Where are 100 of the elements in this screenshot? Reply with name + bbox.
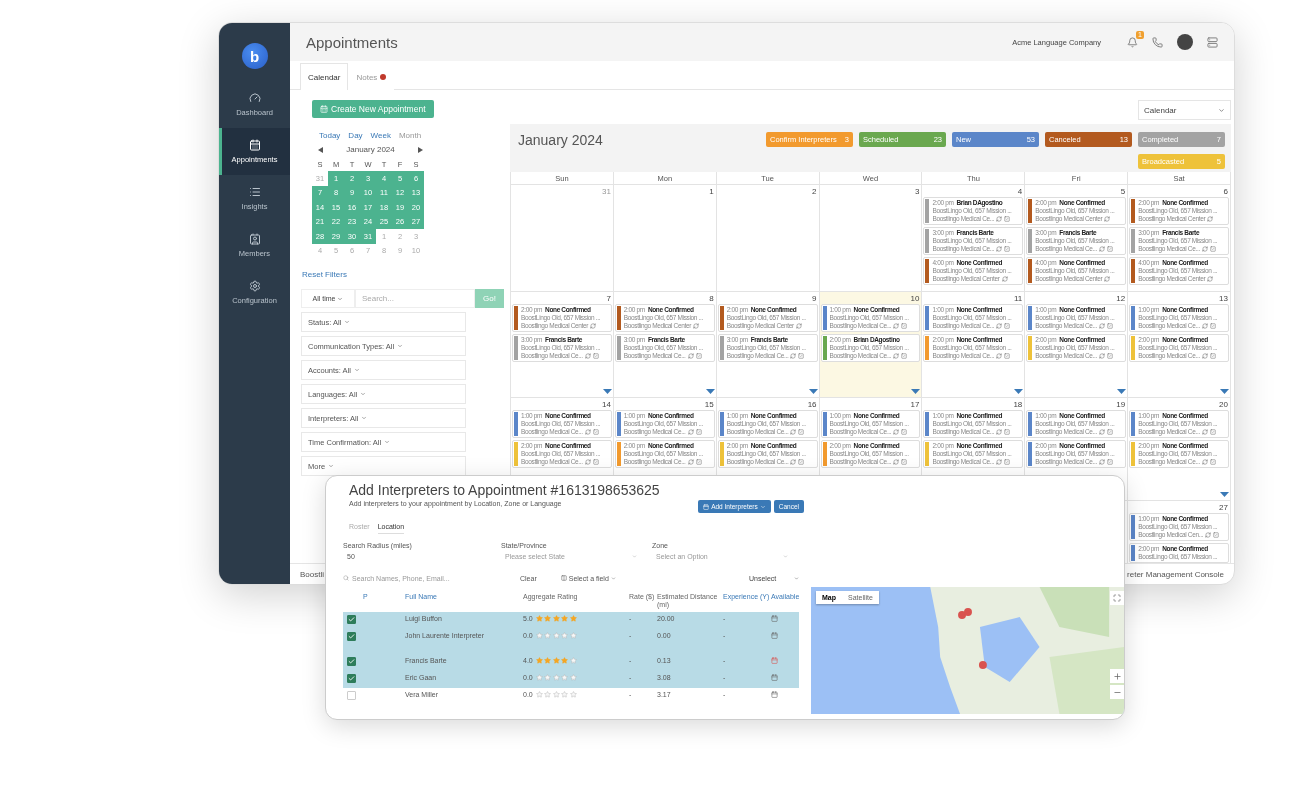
refresh-icon <box>996 353 1003 359</box>
bell-icon[interactable] <box>1127 36 1138 48</box>
refresh-icon <box>790 353 797 359</box>
expand-arrow-icon[interactable] <box>1220 389 1229 394</box>
calendar-icon[interactable] <box>771 691 778 698</box>
view-link[interactable]: Day <box>348 131 363 140</box>
day-number: 17 <box>910 400 920 409</box>
day-number: 14 <box>601 400 611 409</box>
refresh-icon <box>1201 246 1208 252</box>
day-number: 3 <box>914 187 920 196</box>
refresh-icon <box>1099 323 1105 329</box>
expand-arrow-icon[interactable] <box>1220 492 1229 497</box>
expand-arrow-icon[interactable] <box>602 389 612 394</box>
caret-icon <box>1218 106 1225 114</box>
refresh-icon <box>1207 276 1214 282</box>
caret-icon <box>759 503 766 510</box>
server-icon[interactable] <box>1207 36 1218 48</box>
refresh-icon <box>1104 216 1111 222</box>
day-number: 31 <box>601 187 611 196</box>
caret-icon <box>328 463 335 469</box>
logo[interactable]: b <box>241 43 268 69</box>
row-checkbox[interactable] <box>347 674 356 683</box>
view-link[interactable]: Week <box>370 131 391 140</box>
footer-text: Boostli <box>300 569 324 579</box>
caret-icon <box>610 575 616 581</box>
day-number: 20 <box>1219 400 1228 409</box>
refresh-icon <box>893 429 900 435</box>
fullscreen-button[interactable] <box>1110 591 1124 605</box>
refresh-icon <box>1201 323 1208 329</box>
refresh-icon <box>893 459 900 465</box>
page-title: Appointments <box>306 33 399 51</box>
day-number: 12 <box>1116 294 1126 303</box>
map-drawing[interactable] <box>811 587 1124 714</box>
calendar-icon <box>703 503 710 510</box>
day-number: 15 <box>704 400 714 409</box>
refresh-icon <box>687 459 694 465</box>
day-number: 11 <box>1013 294 1023 303</box>
day-number: 27 <box>1219 503 1228 512</box>
day-number: 18 <box>1013 400 1023 409</box>
search-icon <box>343 575 349 581</box>
id-card-icon <box>248 233 261 245</box>
expand-arrow-icon[interactable] <box>911 389 921 394</box>
tab[interactable]: Calendar <box>300 63 349 90</box>
refresh-icon <box>1201 429 1208 435</box>
list-icon <box>248 186 261 198</box>
refresh-icon <box>687 429 694 435</box>
view-select[interactable]: Calendar <box>1138 100 1231 120</box>
calendar-icon[interactable] <box>771 632 778 639</box>
avatar[interactable] <box>1177 34 1193 50</box>
zoom-in-button[interactable] <box>1110 669 1124 683</box>
expand-arrow-icon[interactable] <box>1117 389 1127 394</box>
refresh-icon <box>1205 532 1212 538</box>
view-link[interactable]: Today <box>319 131 341 140</box>
refresh-icon <box>584 459 591 465</box>
refresh-icon <box>584 353 591 359</box>
caret-icon <box>397 343 404 349</box>
day-number: 6 <box>1223 187 1228 196</box>
day-number: 5 <box>1120 187 1126 196</box>
plus-icon <box>1112 671 1122 681</box>
gauge-icon <box>248 92 261 104</box>
calendar-icon[interactable] <box>771 657 778 664</box>
row-checkbox[interactable] <box>347 657 356 666</box>
calendar-title: January 2024 <box>518 132 603 150</box>
row-checkbox[interactable] <box>347 632 356 641</box>
day-number: 4 <box>1017 187 1023 196</box>
next-month-icon[interactable] <box>418 146 423 153</box>
zoom-out-button[interactable] <box>1110 685 1124 699</box>
refresh-icon <box>790 429 797 435</box>
refresh-icon <box>893 353 900 359</box>
refresh-icon <box>996 323 1003 329</box>
refresh-icon <box>1001 276 1008 282</box>
refresh-icon <box>795 323 802 329</box>
calendar-icon <box>248 139 261 151</box>
search-field[interactable]: Search... <box>354 289 475 308</box>
phone-icon[interactable] <box>1152 36 1163 48</box>
refresh-icon <box>1201 459 1208 465</box>
caret-icon <box>360 391 367 397</box>
refresh-icon <box>996 216 1003 222</box>
day-number: 16 <box>807 400 817 409</box>
row-checkbox[interactable] <box>347 615 356 624</box>
refresh-icon <box>790 459 797 465</box>
day-number: 19 <box>1116 400 1126 409</box>
calendar-icon[interactable] <box>771 615 778 622</box>
day-number: 13 <box>1219 294 1228 303</box>
month-label: January 2024 <box>346 145 395 154</box>
day-number: 7 <box>606 294 611 303</box>
expand-arrow-icon[interactable] <box>1014 389 1024 394</box>
refresh-icon <box>692 323 699 329</box>
day-number: 1 <box>709 187 714 196</box>
refresh-icon <box>1104 276 1111 282</box>
day-number: 2 <box>812 187 817 196</box>
expand-arrow-icon[interactable] <box>705 389 715 394</box>
reset-filters-link[interactable]: Reset Filters <box>302 270 504 279</box>
refresh-icon <box>590 323 597 329</box>
previous-month-icon[interactable] <box>318 146 323 153</box>
day-number: 10 <box>910 294 920 303</box>
refresh-icon <box>996 246 1003 252</box>
caret-icon <box>783 554 788 559</box>
expand-arrow-icon[interactable] <box>808 389 818 394</box>
calendar-icon[interactable] <box>771 674 778 681</box>
